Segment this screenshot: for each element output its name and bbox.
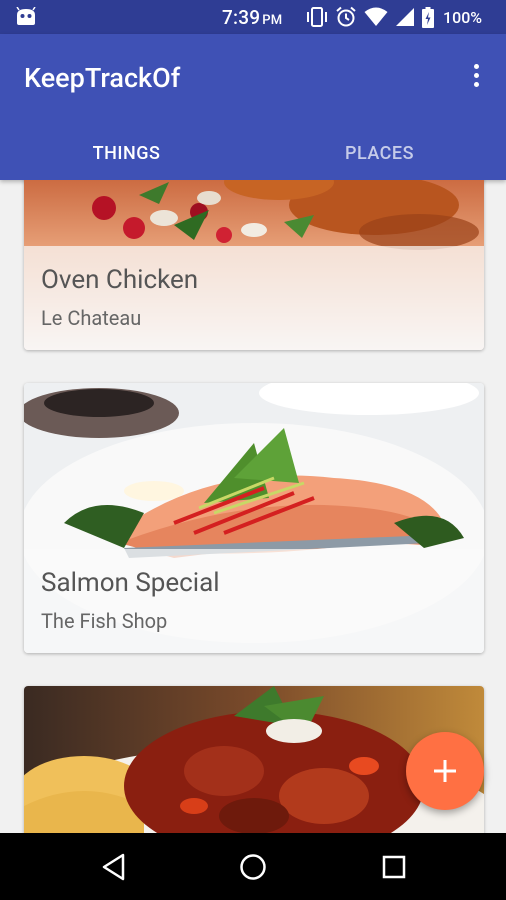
wifi-icon <box>364 7 388 26</box>
recents-button[interactable] <box>374 850 414 884</box>
battery-percent: 100% <box>443 7 483 27</box>
app-bar: KeepTrackOf THINGS PLACES <box>0 34 506 180</box>
tab-places[interactable]: PLACES <box>253 127 506 180</box>
card-caption <box>24 549 484 653</box>
tab-things[interactable]: THINGS <box>0 127 253 180</box>
overflow-menu-icon[interactable] <box>462 60 490 90</box>
navigation-bar <box>0 833 506 900</box>
android-icon <box>16 7 36 25</box>
status-icons: 100% <box>306 6 482 28</box>
back-button[interactable] <box>94 850 134 884</box>
app-title: KeepTrackOf <box>24 62 181 94</box>
status-time: 7:39 PM <box>222 6 283 29</box>
back-icon <box>102 853 125 881</box>
vibrate-icon <box>307 7 327 27</box>
recents-icon <box>382 855 406 879</box>
signal-icon <box>396 8 414 26</box>
home-icon <box>240 854 266 880</box>
list-item[interactable]: Salmon Special The Fish Shop <box>24 383 484 653</box>
home-button[interactable] <box>233 850 273 884</box>
list-item[interactable]: Oven Chicken Le Chateau <box>24 180 484 350</box>
card-title: Salmon Special <box>41 568 220 598</box>
card-subtitle: The Fish Shop <box>41 609 168 633</box>
add-button[interactable] <box>406 732 484 810</box>
alarm-icon <box>336 6 356 27</box>
card-title: Oven Chicken <box>41 265 199 295</box>
card-caption <box>24 246 484 350</box>
card-subtitle: Le Chateau <box>41 306 142 330</box>
status-bar: 7:39 PM 100% <box>0 0 506 34</box>
battery-icon <box>422 6 434 28</box>
add-icon <box>434 760 456 782</box>
